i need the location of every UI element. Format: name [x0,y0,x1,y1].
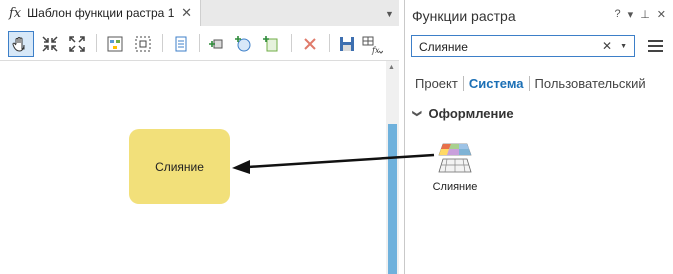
drag-arrow [232,153,435,174]
